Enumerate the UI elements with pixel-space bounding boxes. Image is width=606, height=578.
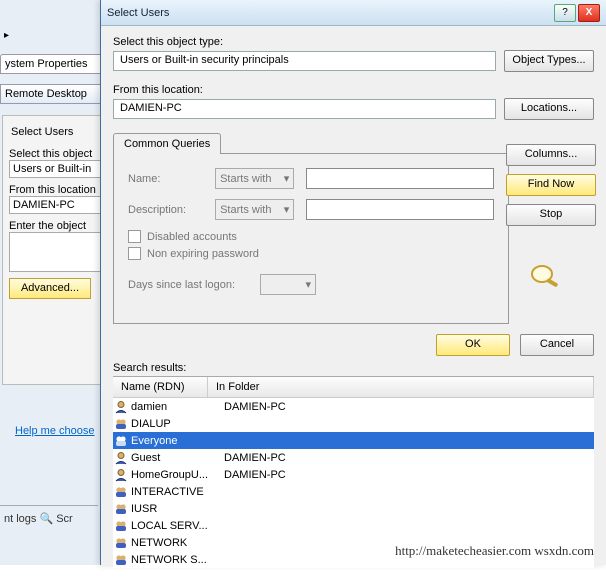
result-row[interactable]: DIALUP [113,415,594,432]
row-name: Guest [129,452,216,464]
watermark-text: http://maketecheasier.com wsxdn.com [395,543,594,559]
find-now-button[interactable]: Find Now [506,174,596,196]
object-type-label: Select this object type: [113,36,594,48]
column-folder[interactable]: In Folder [208,377,594,397]
stop-button[interactable]: Stop [506,204,596,226]
results-grid: Name (RDN) In Folder damienDAMIEN-PCDIAL… [113,376,594,568]
group-icon [113,434,129,448]
object-type-field[interactable]: Users or Built-in security principals [113,51,496,71]
bg-dialog-title: Select Users [9,122,111,142]
group-icon [113,485,129,499]
expand-arrow[interactable]: ▸ [4,30,9,41]
user-icon [113,468,129,482]
group-icon [113,536,129,550]
search-results-label: Search results: [113,362,594,374]
cancel-button[interactable]: Cancel [520,334,594,356]
chevron-down-icon: ▾ [305,278,311,291]
chevron-down-icon: ▾ [284,203,290,216]
group-icon [113,553,129,567]
locations-button[interactable]: Locations... [504,98,594,120]
row-name: NETWORK [129,537,216,549]
ok-button[interactable]: OK [436,334,510,356]
magnifier-icon [528,262,562,290]
user-icon [113,400,129,414]
bg-event-logs: nt logs 🔍 Scr [0,505,98,531]
grid-header[interactable]: Name (RDN) In Folder [113,377,594,398]
disabled-accounts-checkbox[interactable]: Disabled accounts [128,230,494,243]
result-row[interactable]: Everyone [113,432,594,449]
description-label: Description: [128,204,203,216]
group-icon [113,519,129,533]
row-name: DIALUP [129,418,216,430]
row-name: IUSR [129,503,216,515]
column-name[interactable]: Name (RDN) [113,377,208,397]
group-icon [113,502,129,516]
days-since-logon-combo[interactable]: ▾ [260,274,316,295]
result-row[interactable]: INTERACTIVE [113,483,594,500]
result-row[interactable]: GuestDAMIEN-PC [113,449,594,466]
row-name: LOCAL SERV... [129,520,216,532]
result-row[interactable]: IUSR [113,500,594,517]
result-row[interactable]: LOCAL SERV... [113,517,594,534]
description-input[interactable] [306,199,494,220]
bg-object-label: Select this object [9,148,111,160]
title-bar[interactable]: Select Users ? X [101,0,606,26]
bg-object-field[interactable]: Users or Built-in [9,160,111,178]
row-name: NETWORK S... [129,554,216,566]
checkbox-icon [128,230,141,243]
name-mode-combo[interactable]: Starts with▾ [215,168,294,189]
bg-location-label: From this location [9,184,111,196]
bg-location-field[interactable]: DAMIEN-PC [9,196,111,214]
close-button[interactable]: X [578,4,600,22]
row-folder: DAMIEN-PC [216,469,286,481]
help-button[interactable]: ? [554,4,576,22]
name-input[interactable] [306,168,494,189]
days-since-logon-label: Days since last logon: [128,279,248,291]
checkbox-icon [128,247,141,260]
row-folder: DAMIEN-PC [216,401,286,413]
bg-enter-label: Enter the object [9,220,111,232]
columns-button[interactable]: Columns... [506,144,596,166]
group-icon [113,417,129,431]
bg-advanced-button[interactable]: Advanced... [9,278,91,299]
common-queries-panel: Name: Starts with▾ Description: Starts w… [113,153,509,324]
non-expiring-password-checkbox[interactable]: Non expiring password [128,247,494,260]
select-users-dialog: Select Users ? X Select this object type… [100,0,606,565]
row-folder: DAMIEN-PC [216,452,286,464]
row-name: damien [129,401,216,413]
result-row[interactable]: HomeGroupU...DAMIEN-PC [113,466,594,483]
object-types-button[interactable]: Object Types... [504,50,594,72]
name-label: Name: [128,173,203,185]
row-name: HomeGroupU... [129,469,216,481]
location-field[interactable]: DAMIEN-PC [113,99,496,119]
tab-common-queries[interactable]: Common Queries [113,133,221,154]
result-row[interactable]: damienDAMIEN-PC [113,398,594,415]
chevron-down-icon: ▾ [284,172,290,185]
location-label: From this location: [113,84,594,96]
description-mode-combo[interactable]: Starts with▾ [215,199,294,220]
row-name: INTERACTIVE [129,486,216,498]
dialog-title: Select Users [107,7,552,19]
bg-enter-field[interactable] [9,232,111,272]
row-name: Everyone [129,435,216,447]
help-me-choose-link[interactable]: Help me choose [15,425,95,437]
user-icon [113,451,129,465]
